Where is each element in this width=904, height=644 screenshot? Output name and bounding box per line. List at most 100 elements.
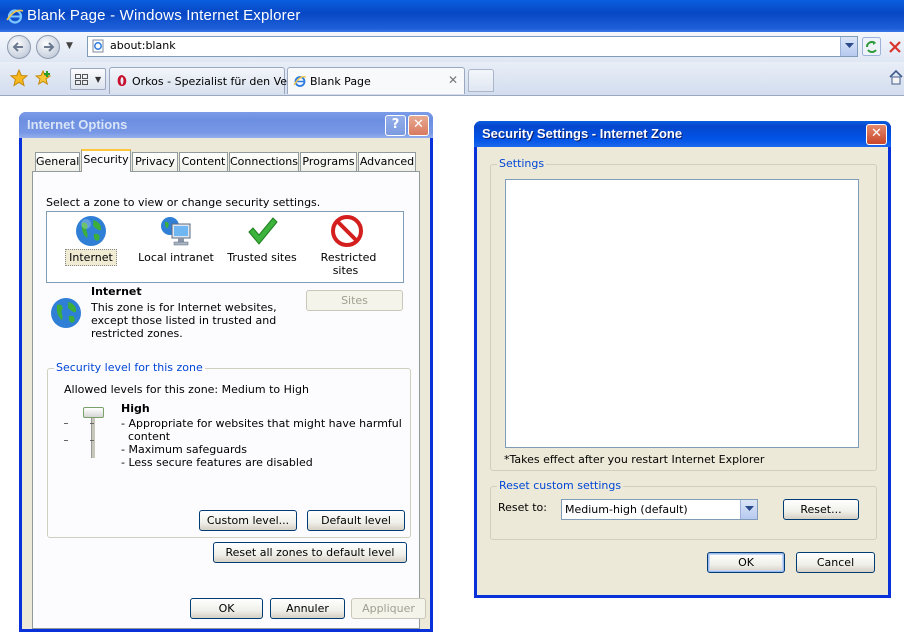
- group-label: Settings: [497, 157, 547, 170]
- options-tabstrip: General Security Privacy Content Connect…: [32, 149, 422, 172]
- tab-label: Orkos - Spezialist für den Ver...: [132, 75, 302, 88]
- restart-note: *Takes effect after you restart Internet…: [504, 453, 765, 466]
- tab-advanced[interactable]: Advanced: [358, 152, 416, 171]
- ie-logo-icon: [6, 9, 24, 24]
- internet-options-dialog[interactable]: Internet Options ? ✕ General Security Pr…: [19, 112, 433, 632]
- tab-security[interactable]: Security: [81, 149, 131, 172]
- slider-tick: [90, 423, 94, 424]
- level-name: High: [121, 402, 150, 415]
- security-settings-dialog[interactable]: Security Settings - Internet Zone ✕ Sett…: [474, 121, 891, 598]
- security-slider-track[interactable]: [91, 414, 95, 458]
- select-dropdown-button[interactable]: [740, 500, 757, 519]
- tab-label: Blank Page: [310, 75, 371, 88]
- recent-pages-dropdown-icon[interactable]: ▼: [66, 41, 73, 51]
- tab-row: ▼ Orkos - Spezialist für den Ver... Blan…: [0, 62, 904, 96]
- slider-tick: [90, 440, 94, 441]
- zone-desc-line: except those listed in trusted and: [91, 314, 277, 327]
- security-settings-titlebar[interactable]: Security Settings - Internet Zone ✕: [474, 121, 891, 147]
- security-tab-panel: Select a zone to view or change security…: [32, 171, 420, 629]
- zone-desc-line: restricted zones.: [91, 327, 183, 340]
- ie-page-favicon-icon: [293, 76, 307, 87]
- reset-level-select[interactable]: Medium-high (default): [561, 499, 758, 520]
- zone-list: Internet Local intranet Trusted sites Re…: [46, 211, 404, 283]
- tab-privacy[interactable]: Privacy: [132, 152, 178, 171]
- quick-tabs-button[interactable]: ▼: [70, 68, 106, 90]
- zone-restricted-sites[interactable]: Restricted sites: [302, 214, 392, 277]
- chevron-down-icon: [745, 506, 754, 511]
- reset-level-value: Medium-high (default): [565, 503, 688, 516]
- zone-desc-line: This zone is for Internet websites,: [91, 301, 277, 314]
- globe-icon: [76, 216, 106, 246]
- internet-options-titlebar[interactable]: Internet Options ? ✕: [19, 112, 433, 138]
- forward-arrow-icon: [44, 42, 55, 52]
- ok-button[interactable]: OK: [190, 598, 263, 619]
- zone-name: Internet: [91, 285, 142, 298]
- settings-list[interactable]: [505, 179, 859, 448]
- dialog-title: Internet Options: [27, 117, 128, 132]
- group-label: Security level for this zone: [54, 361, 205, 374]
- sites-button[interactable]: Sites: [306, 290, 403, 311]
- tab-connections[interactable]: Connections: [229, 152, 299, 171]
- close-button[interactable]: ✕: [866, 124, 887, 145]
- tab-blank-page[interactable]: Blank Page ✕: [287, 67, 465, 94]
- zone-description: This zone is for Internet websites, exce…: [91, 301, 277, 340]
- zone-local-intranet[interactable]: Local intranet: [131, 214, 221, 264]
- intranet-computer-icon: [161, 217, 191, 246]
- reset-all-zones-button[interactable]: Reset all zones to default level: [213, 542, 407, 563]
- level-bullet: - Maximum safeguards: [121, 443, 248, 456]
- address-dropdown-button[interactable]: [840, 37, 857, 56]
- refresh-button[interactable]: [862, 37, 881, 56]
- chevron-down-icon: [845, 43, 854, 48]
- browser-titlebar[interactable]: Blank Page - Windows Internet Explorer: [0, 0, 904, 32]
- ok-button[interactable]: OK: [707, 552, 785, 573]
- level-bullet: - Appropriate for websites that might ha…: [121, 417, 402, 430]
- globe-large-icon: [51, 298, 81, 328]
- slider-tick: [64, 440, 68, 441]
- address-input[interactable]: about:blank: [110, 39, 176, 52]
- reset-custom-group: Reset custom settings Reset to: Medium-h…: [490, 479, 877, 540]
- help-button[interactable]: ?: [385, 115, 406, 136]
- close-tab-icon[interactable]: ✕: [448, 73, 458, 87]
- browser-title: Blank Page - Windows Internet Explorer: [27, 7, 301, 24]
- reset-to-label: Reset to:: [498, 501, 547, 514]
- group-label: Reset custom settings: [497, 479, 624, 492]
- zone-label: Internet: [65, 249, 117, 266]
- allowed-levels-text: Allowed levels for this zone: Medium to …: [64, 383, 309, 396]
- checkmark-icon: [248, 217, 278, 245]
- tab-content[interactable]: Content: [179, 152, 228, 171]
- zone-label: Restricted sites: [320, 251, 377, 277]
- tab-list-dropdown-icon[interactable]: ▼: [95, 75, 101, 84]
- quick-tabs-grid-icon: [75, 74, 88, 85]
- new-tab-button[interactable]: [468, 69, 494, 92]
- tab-general[interactable]: General: [35, 152, 80, 171]
- home-icon[interactable]: [888, 69, 904, 85]
- level-description: - Appropriate for websites that might ha…: [121, 417, 402, 469]
- zone-trusted-sites[interactable]: Trusted sites: [217, 214, 307, 264]
- tab-programs[interactable]: Programs: [300, 152, 357, 171]
- settings-group: Settings *Takes effect after you restart…: [490, 157, 877, 471]
- back-button[interactable]: [7, 35, 31, 59]
- cancel-button[interactable]: Annuler: [270, 598, 345, 619]
- zone-label: Local intranet: [138, 251, 214, 264]
- page-icon: [92, 39, 104, 53]
- back-arrow-icon: [12, 42, 23, 52]
- orkos-favicon-icon: [117, 75, 127, 86]
- level-bullet: content: [128, 430, 171, 443]
- close-button[interactable]: ✕: [408, 115, 429, 136]
- tab-orkos[interactable]: Orkos - Spezialist für den Ver...: [109, 67, 301, 94]
- security-slider-thumb[interactable]: [83, 407, 104, 418]
- add-favorite-icon[interactable]: [35, 69, 53, 87]
- stop-button[interactable]: [886, 37, 904, 56]
- cancel-button[interactable]: Cancel: [796, 552, 875, 573]
- apply-button[interactable]: Appliquer: [351, 598, 426, 619]
- favorites-star-icon[interactable]: [10, 69, 28, 87]
- default-level-button[interactable]: Default level: [307, 510, 405, 531]
- zone-label: Trusted sites: [227, 251, 297, 264]
- restricted-no-entry-icon: [331, 215, 363, 247]
- zone-internet[interactable]: Internet: [46, 214, 136, 266]
- custom-level-button[interactable]: Custom level...: [199, 510, 297, 531]
- slider-tick: [64, 423, 68, 424]
- forward-button[interactable]: [36, 35, 60, 59]
- reset-button[interactable]: Reset...: [783, 499, 859, 520]
- address-bar[interactable]: about:blank: [87, 36, 858, 57]
